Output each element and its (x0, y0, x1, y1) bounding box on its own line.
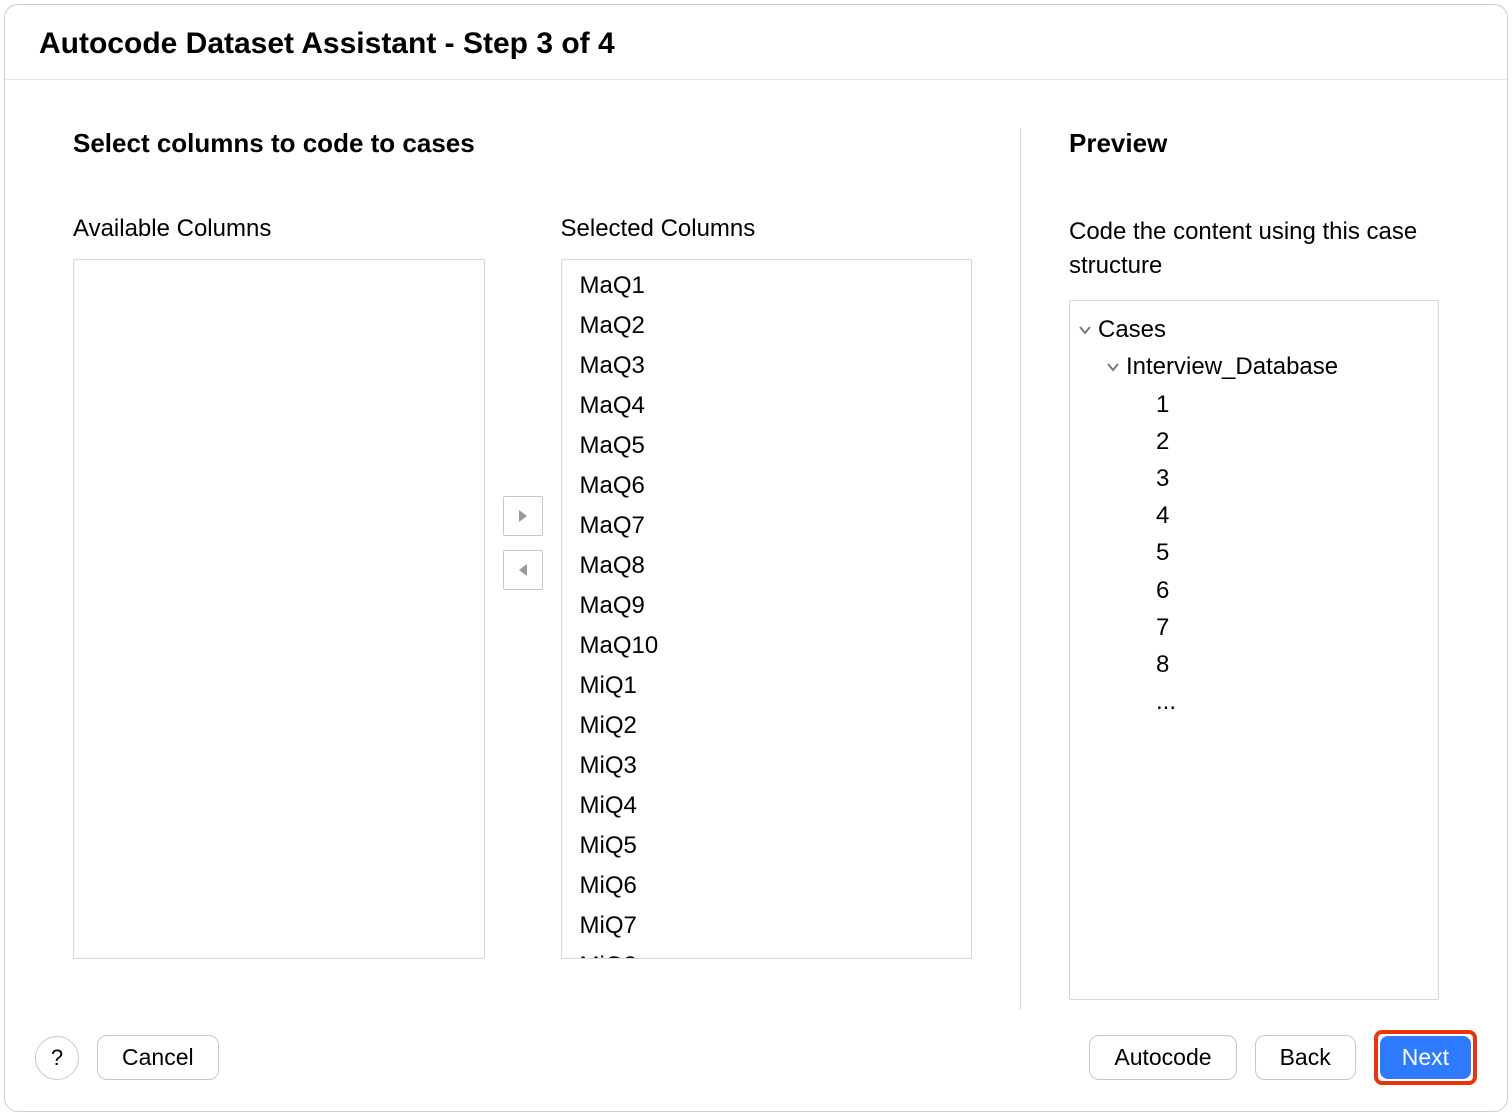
list-item[interactable]: MaQ7 (562, 506, 972, 546)
tree-item-case[interactable]: 4 (1076, 497, 1432, 534)
dialog-title: Autocode Dataset Assistant - Step 3 of 4 (5, 5, 1507, 80)
list-item[interactable]: MiQ4 (562, 786, 972, 826)
tree-item-case[interactable]: 7 (1076, 609, 1432, 646)
tree-item-case[interactable]: 6 (1076, 572, 1432, 609)
tree-label: 8 (1156, 646, 1169, 683)
move-buttons (503, 215, 543, 1010)
triangle-left-icon (516, 563, 530, 577)
selected-listbox[interactable]: MaQ1MaQ2MaQ3MaQ4MaQ5MaQ6MaQ7MaQ8MaQ9MaQ1… (561, 259, 973, 959)
help-button[interactable]: ? (35, 1036, 79, 1080)
tree-item-case[interactable]: 5 (1076, 534, 1432, 571)
tree-label: 7 (1156, 609, 1169, 646)
list-item[interactable]: MiQ5 (562, 826, 972, 866)
columns-row: Available Columns (73, 215, 972, 1010)
move-right-button[interactable] (503, 496, 543, 536)
available-label: Available Columns (73, 215, 485, 243)
triangle-right-icon (516, 509, 530, 523)
preview-heading: Preview (1069, 128, 1439, 159)
available-group: Available Columns (73, 215, 485, 1010)
list-item[interactable]: MiQ6 (562, 866, 972, 906)
list-item[interactable]: MaQ2 (562, 306, 972, 346)
list-item[interactable]: MiQ8 (562, 946, 972, 959)
preview-section: Preview Code the content using this case… (1021, 128, 1439, 1010)
columns-section: Select columns to code to cases Availabl… (73, 128, 1021, 1010)
chevron-down-icon (1104, 360, 1122, 374)
back-button[interactable]: Back (1255, 1035, 1356, 1080)
dialog-body: Select columns to code to cases Availabl… (5, 80, 1507, 1010)
dialog: Autocode Dataset Assistant - Step 3 of 4… (4, 4, 1508, 1112)
dialog-footer: ? Cancel Autocode Back Next (5, 1010, 1507, 1111)
available-listbox[interactable] (73, 259, 485, 959)
move-left-button[interactable] (503, 550, 543, 590)
tree-item-group[interactable]: Interview_Database (1076, 348, 1432, 385)
next-highlight: Next (1374, 1030, 1477, 1085)
list-item[interactable]: MiQ2 (562, 706, 972, 746)
chevron-down-icon (1076, 323, 1094, 337)
list-item[interactable]: MaQ3 (562, 346, 972, 386)
tree-label: Cases (1098, 311, 1166, 348)
columns-heading: Select columns to code to cases (73, 128, 972, 159)
tree-label: 2 (1156, 423, 1169, 460)
tree-item-case[interactable]: 8 (1076, 646, 1432, 683)
tree-label: 5 (1156, 534, 1169, 571)
selected-group: Selected Columns MaQ1MaQ2MaQ3MaQ4MaQ5MaQ… (561, 215, 973, 1010)
list-item[interactable]: MaQ10 (562, 626, 972, 666)
list-item[interactable]: MaQ6 (562, 466, 972, 506)
list-item[interactable]: MaQ9 (562, 586, 972, 626)
tree-label: 6 (1156, 572, 1169, 609)
list-item[interactable]: MaQ1 (562, 266, 972, 306)
autocode-button[interactable]: Autocode (1089, 1035, 1236, 1080)
tree-item-case[interactable]: 2 (1076, 423, 1432, 460)
tree-item-root[interactable]: Cases (1076, 311, 1432, 348)
preview-description: Code the content using this case structu… (1069, 215, 1439, 282)
cancel-button[interactable]: Cancel (97, 1035, 219, 1080)
preview-tree[interactable]: CasesInterview_Database12345678... (1069, 300, 1439, 1000)
list-item[interactable]: MiQ3 (562, 746, 972, 786)
list-item[interactable]: MaQ4 (562, 386, 972, 426)
tree-label: 3 (1156, 460, 1169, 497)
tree-label: Interview_Database (1126, 348, 1338, 385)
list-item[interactable]: MaQ5 (562, 426, 972, 466)
tree-item-case[interactable]: 3 (1076, 460, 1432, 497)
list-item[interactable]: MiQ7 (562, 906, 972, 946)
list-item[interactable]: MiQ1 (562, 666, 972, 706)
tree-label: 4 (1156, 497, 1169, 534)
next-button[interactable]: Next (1380, 1036, 1471, 1079)
tree-label: ... (1156, 683, 1176, 720)
tree-label: 1 (1156, 386, 1169, 423)
tree-item-case[interactable]: ... (1076, 683, 1432, 720)
list-item[interactable]: MaQ8 (562, 546, 972, 586)
tree-item-case[interactable]: 1 (1076, 386, 1432, 423)
selected-label: Selected Columns (561, 215, 973, 243)
